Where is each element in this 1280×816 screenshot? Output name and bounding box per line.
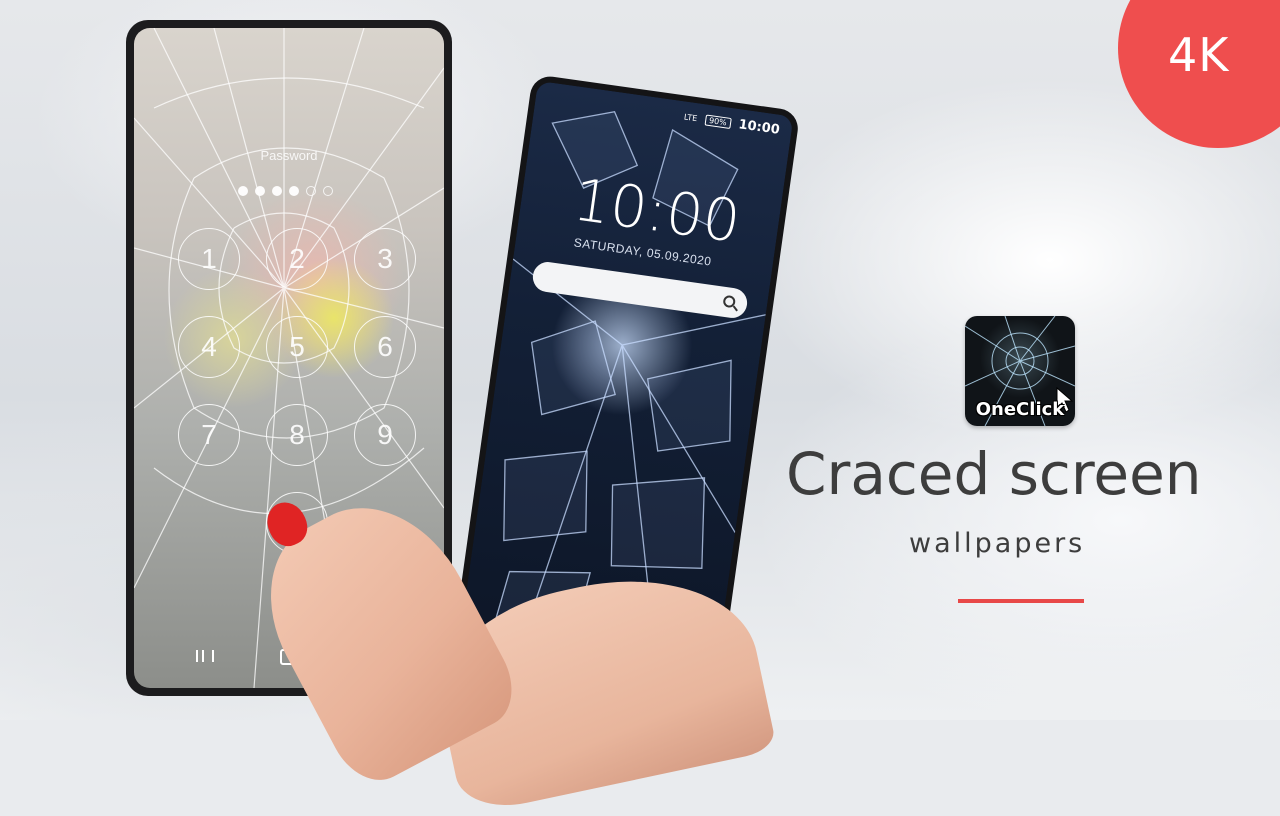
- network-indicator: LTE: [683, 112, 698, 124]
- app-icon[interactable]: OneClick: [965, 316, 1075, 426]
- accent-underline: [958, 599, 1084, 603]
- headline-title: Craced screen: [786, 440, 1202, 508]
- recent-apps-icon[interactable]: [196, 650, 214, 662]
- resolution-badge-label: 4K: [1168, 28, 1230, 82]
- app-icon-label: OneClick: [975, 399, 1065, 420]
- headline-subtitle: wallpapers: [909, 528, 1086, 559]
- battery-indicator: 90%: [704, 114, 732, 129]
- search-icon[interactable]: [722, 294, 737, 309]
